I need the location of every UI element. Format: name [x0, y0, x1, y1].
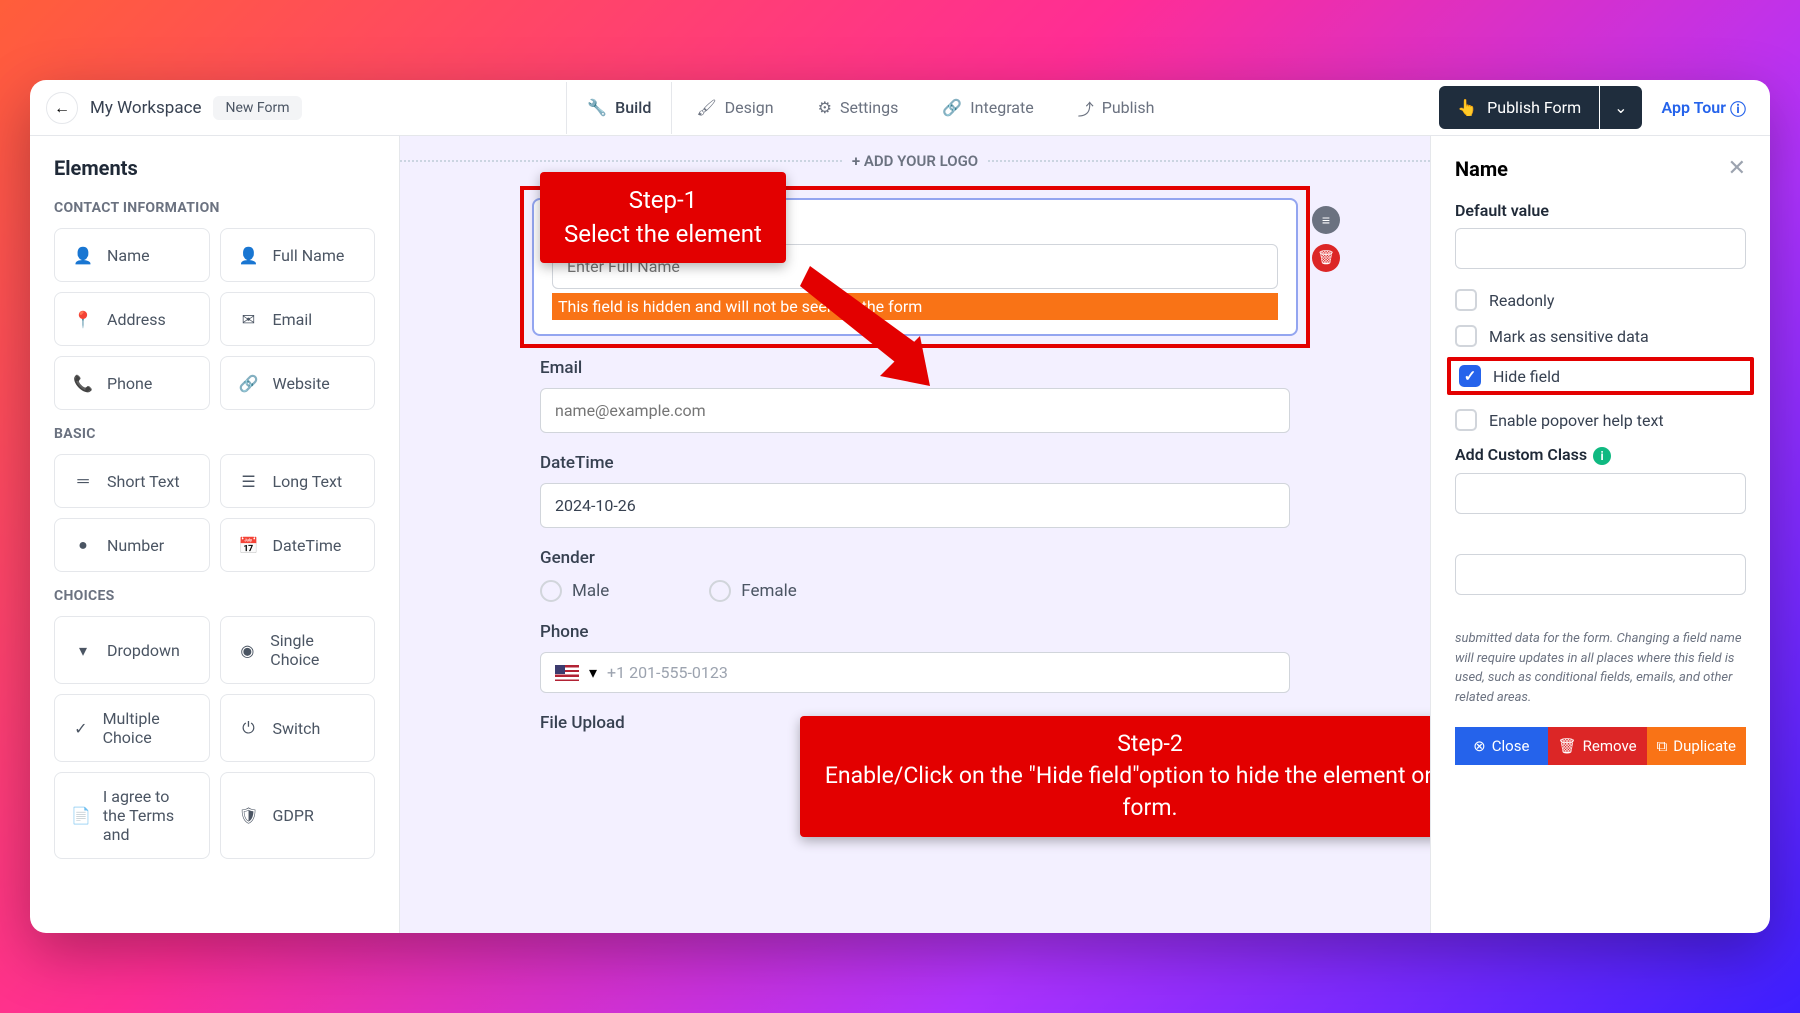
element-dropdown[interactable]: ▾Dropdown — [54, 616, 210, 684]
field-phone[interactable]: Phone ▾ +1 201-555-0123 — [540, 622, 1290, 693]
chevron-down-icon[interactable]: ▾ — [589, 663, 597, 682]
publish-form-button[interactable]: 👆Publish Form — [1439, 86, 1599, 129]
flag-icon[interactable] — [555, 665, 579, 681]
toggle-icon: ⏻ — [237, 716, 261, 740]
element-long-text[interactable]: ☰Long Text — [220, 454, 376, 508]
topbar: ← My Workspace New Form 🔧Build 🖌Design ⚙… — [30, 80, 1770, 136]
workspace-name: My Workspace — [90, 98, 201, 118]
duplicate-button[interactable]: ⧉Duplicate — [1647, 727, 1746, 765]
element-address[interactable]: 📍Address — [54, 292, 210, 346]
publish-dropdown[interactable]: ⌄ — [1600, 86, 1641, 129]
app-tour-link[interactable]: App Tourⓘ — [1662, 96, 1746, 120]
copy-icon: ⧉ — [1657, 737, 1668, 755]
properties-panel: Name ✕ Default value Readonly Mark as se… — [1430, 136, 1770, 933]
info-icon[interactable]: i — [1593, 447, 1611, 465]
person-icon: 👤 — [237, 243, 261, 267]
gear-icon: ⚙ — [818, 98, 832, 117]
category-basic: BASIC — [54, 426, 375, 442]
extra-input[interactable] — [1455, 554, 1746, 595]
radio-icon: ◉ — [237, 638, 259, 662]
email-input[interactable] — [540, 388, 1290, 433]
text-icon: ═ — [71, 469, 95, 493]
callout-step1: Step-1Select the element — [540, 172, 786, 263]
element-phone[interactable]: 📞Phone — [54, 356, 210, 410]
element-terms[interactable]: 📄I agree to the Terms and — [54, 772, 210, 859]
datetime-input[interactable] — [540, 483, 1290, 528]
close-panel-button[interactable]: ✕ — [1728, 156, 1746, 181]
click-icon: 👆 — [1457, 98, 1477, 117]
circle-icon: ● — [71, 533, 95, 557]
element-switch[interactable]: ⏻Switch — [220, 694, 376, 762]
default-value-input[interactable] — [1455, 228, 1746, 269]
trash-icon: 🗑 — [1558, 737, 1577, 755]
phone-placeholder: +1 201-555-0123 — [607, 663, 728, 682]
element-fullname[interactable]: 👤Full Name — [220, 228, 376, 282]
category-contact: CONTACT INFORMATION — [54, 200, 375, 216]
tab-integrate[interactable]: 🔗Integrate — [922, 82, 1053, 134]
check-icon: ✓ — [71, 716, 91, 740]
field-menu-button[interactable]: ≡ — [1312, 206, 1340, 234]
canvas: Step-1Select the element + ADD YOUR LOGO… — [400, 136, 1430, 933]
default-value-label: Default value — [1455, 201, 1746, 220]
help-icon: ⓘ — [1730, 96, 1746, 120]
element-short-text[interactable]: ═Short Text — [54, 454, 210, 508]
list-icon: ☰ — [237, 469, 261, 493]
person-icon: 👤 — [71, 243, 95, 267]
wrench-icon: 🔧 — [587, 98, 607, 117]
tab-build[interactable]: 🔧Build — [566, 82, 672, 134]
form-badge: New Form — [213, 96, 301, 120]
elements-title: Elements — [54, 156, 375, 180]
popover-checkbox[interactable]: Enable popover help text — [1455, 409, 1746, 431]
pin-icon: 📍 — [71, 307, 95, 331]
sensitive-checkbox[interactable]: Mark as sensitive data — [1455, 325, 1746, 347]
field-gender[interactable]: Gender Male Female — [540, 548, 1290, 602]
field-note: submitted data for the form. Changing a … — [1455, 629, 1746, 707]
tab-design[interactable]: 🖌Design — [676, 82, 793, 134]
element-number[interactable]: ●Number — [54, 518, 210, 572]
phone-icon: 📞 — [71, 371, 95, 395]
radio-male[interactable]: Male — [540, 580, 609, 602]
element-gdpr[interactable]: 🛡GDPR — [220, 772, 376, 859]
tab-publish[interactable]: ⤴Publish — [1058, 82, 1175, 134]
category-choices: CHOICES — [54, 588, 375, 604]
close-icon: ⊗ — [1473, 737, 1486, 755]
tab-settings[interactable]: ⚙Settings — [798, 82, 919, 134]
element-multiple-choice[interactable]: ✓Multiple Choice — [54, 694, 210, 762]
calendar-icon: 📅 — [237, 533, 261, 557]
element-name[interactable]: 👤Name — [54, 228, 210, 282]
element-datetime[interactable]: 📅DateTime — [220, 518, 376, 572]
element-single-choice[interactable]: ◉Single Choice — [220, 616, 376, 684]
doc-icon: 📄 — [71, 804, 91, 828]
hide-field-checkbox[interactable]: ✓Hide field — [1459, 365, 1742, 387]
callout-step2: Step-2Enable/Click on the "Hide field"op… — [800, 716, 1430, 837]
link-icon: 🔗 — [237, 371, 261, 395]
dropdown-icon: ▾ — [71, 638, 95, 662]
arrow-step1 — [800, 256, 930, 386]
remove-button[interactable]: 🗑Remove — [1548, 727, 1647, 765]
custom-class-input[interactable] — [1455, 473, 1746, 514]
brush-icon: 🖌 — [696, 98, 716, 117]
element-website[interactable]: 🔗Website — [220, 356, 376, 410]
panel-title: Name — [1455, 157, 1508, 181]
back-button[interactable]: ← — [46, 92, 78, 124]
custom-class-label: Add Custom Classi — [1455, 445, 1746, 465]
field-delete-button[interactable]: 🗑 — [1312, 244, 1340, 272]
elements-panel: Elements CONTACT INFORMATION 👤Name 👤Full… — [30, 136, 400, 933]
shield-icon: 🛡 — [237, 804, 261, 828]
link-icon: 🔗 — [942, 98, 962, 117]
element-email[interactable]: ✉Email — [220, 292, 376, 346]
field-datetime[interactable]: DateTime — [540, 453, 1290, 528]
readonly-checkbox[interactable]: Readonly — [1455, 289, 1746, 311]
mail-icon: ✉ — [237, 307, 261, 331]
close-button[interactable]: ⊗Close — [1455, 727, 1548, 765]
share-icon: ⤴ — [1078, 96, 1094, 120]
radio-female[interactable]: Female — [709, 580, 797, 602]
